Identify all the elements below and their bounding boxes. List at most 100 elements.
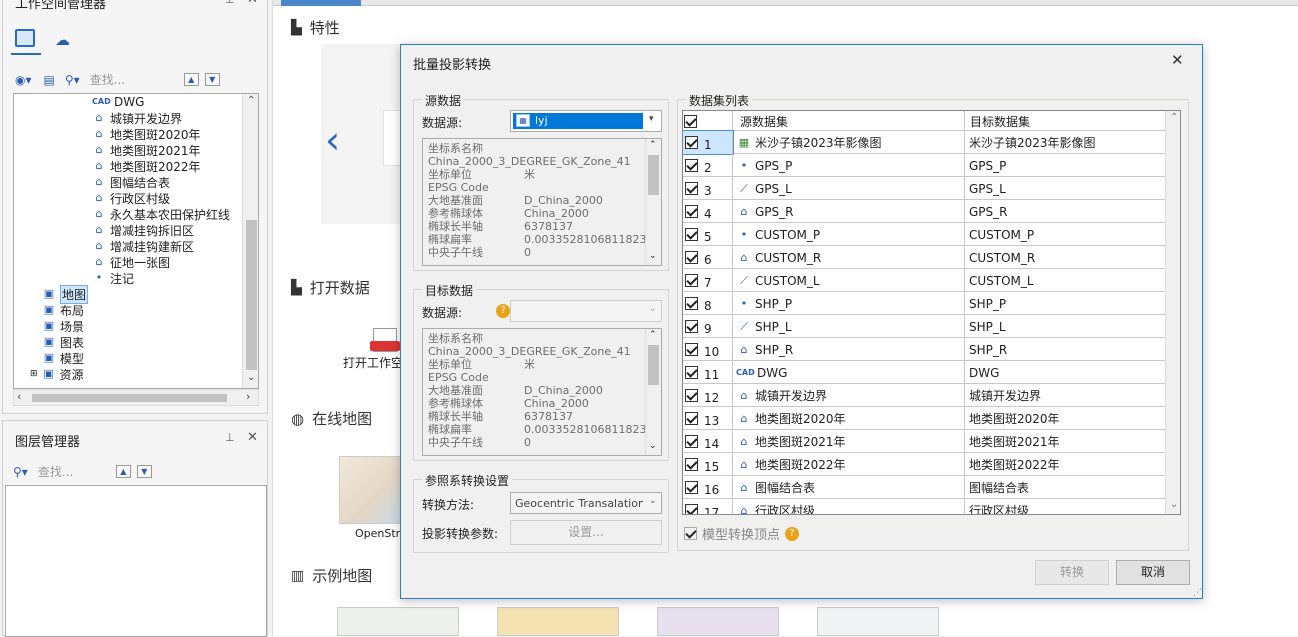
source-dataset-cell[interactable]: ▦ 米沙子镇2023年影像图: [733, 131, 965, 154]
scroll-right-icon[interactable]: ›: [246, 390, 250, 403]
help-icon[interactable]: ?: [785, 526, 800, 541]
hscroll-thumb[interactable]: [32, 394, 227, 402]
row-checkbox[interactable]: [685, 182, 698, 195]
target-dataset-cell[interactable]: DWG: [965, 361, 1165, 384]
search-icon[interactable]: ⚲▾: [13, 465, 28, 479]
tree-item[interactable]: CAD DWG: [92, 94, 144, 110]
source-dataset-cell[interactable]: • CUSTOM_P: [733, 223, 965, 246]
resize-grip-icon[interactable]: ⋰: [1193, 588, 1202, 598]
tree-item[interactable]: ⌂ 图幅结合表: [92, 174, 171, 190]
source-dataset-cell[interactable]: ⟋ SHP_L: [733, 315, 965, 338]
row-checkbox[interactable]: [685, 274, 698, 287]
sample-map-thumb-3[interactable]: [657, 607, 779, 636]
tree-item[interactable]: ⌂ 行政区村级: [92, 190, 171, 206]
target-datasource-select[interactable]: ⌄: [510, 300, 662, 322]
sample-map-thumb-4[interactable]: [817, 607, 939, 636]
row-select-cell[interactable]: 6: [683, 246, 733, 269]
help-icon[interactable]: ?: [496, 304, 510, 318]
target-dataset-cell[interactable]: GPS_R: [965, 200, 1165, 223]
openstreetmap-thumbnail[interactable]: [339, 456, 403, 524]
tree-node-4[interactable]: ▣ 图表: [42, 334, 84, 350]
scroll-up-icon[interactable]: ⌃: [1170, 112, 1178, 123]
row-checkbox[interactable]: [685, 159, 698, 172]
open-workspace-label[interactable]: 打开工作空: [343, 354, 403, 371]
row-select-cell[interactable]: 2: [683, 154, 733, 177]
row-checkbox[interactable]: [685, 297, 698, 310]
row-select-cell[interactable]: 7: [683, 269, 733, 292]
open-file-icon[interactable]: ▤: [44, 73, 55, 87]
source-dataset-cell[interactable]: ⌂ 图幅结合表: [733, 476, 965, 499]
dataset-row[interactable]: 7 ⟋ CUSTOM_L CUSTOM_L: [683, 269, 1165, 292]
target-dataset-cell[interactable]: GPS_L: [965, 177, 1165, 200]
tree-node-1[interactable]: ▣ 地图: [42, 284, 89, 304]
scrollbar-thumb[interactable]: [648, 345, 659, 385]
dataset-row[interactable]: 6 ⌂ CUSTOM_R CUSTOM_R: [683, 246, 1165, 269]
target-dataset-cell[interactable]: CUSTOM_L: [965, 269, 1165, 292]
sample-map-thumb-1[interactable]: [337, 607, 459, 636]
row-checkbox[interactable]: [685, 343, 698, 356]
row-checkbox[interactable]: [685, 320, 698, 333]
sample-map-thumb-2[interactable]: [497, 607, 619, 636]
scroll-up-icon[interactable]: ⌃: [247, 95, 255, 106]
chevron-down-icon[interactable]: ⌄: [649, 304, 657, 314]
source-dataset-cell[interactable]: ⌂ CUSTOM_R: [733, 246, 965, 269]
row-checkbox[interactable]: [685, 435, 698, 448]
source-dataset-cell[interactable]: ⟋ CUSTOM_L: [733, 269, 965, 292]
chevron-down-icon[interactable]: ⌄: [649, 496, 657, 506]
search-up-button[interactable]: ▲: [183, 73, 199, 86]
select-all-checkbox[interactable]: [684, 114, 697, 128]
layer-search-input[interactable]: 查找...: [38, 463, 112, 480]
dataset-row[interactable]: 14 ⌂ 地类图斑2021年 地类图斑2021年: [683, 430, 1165, 453]
row-checkbox[interactable]: [685, 251, 698, 264]
dataset-row[interactable]: 15 ⌂ 地类图斑2022年 地类图斑2022年: [683, 453, 1165, 476]
target-dataset-cell[interactable]: 地类图斑2021年: [965, 430, 1165, 453]
source-dataset-header[interactable]: 源数据集: [733, 111, 965, 131]
target-dataset-cell[interactable]: 行政区村级: [965, 499, 1165, 514]
target-dataset-cell[interactable]: SHP_P: [965, 292, 1165, 315]
target-dataset-cell[interactable]: 米沙子镇2023年影像图: [965, 131, 1165, 154]
row-select-cell[interactable]: 14: [683, 430, 733, 453]
active-tab[interactable]: [281, 0, 361, 6]
row-select-cell[interactable]: 8: [683, 292, 733, 315]
row-checkbox[interactable]: [685, 504, 698, 514]
tree-item[interactable]: ⌂ 城镇开发边界: [92, 110, 183, 126]
row-checkbox[interactable]: [685, 389, 698, 402]
carousel-prev-icon[interactable]: ‹: [325, 118, 340, 162]
tree-scrollbar[interactable]: ⌃ ⌄: [242, 94, 258, 388]
target-dataset-cell[interactable]: SHP_R: [965, 338, 1165, 361]
model-vertex-checkbox[interactable]: [684, 527, 697, 540]
tree-item[interactable]: • 注记: [92, 270, 134, 286]
close-icon[interactable]: ✕: [247, 0, 258, 7]
dataset-row[interactable]: 10 ⌂ SHP_R SHP_R: [683, 338, 1165, 361]
target-info-scrollbar[interactable]: ⌃ ⌄: [645, 329, 661, 455]
row-select-cell[interactable]: 3: [683, 177, 733, 200]
tree-node-2[interactable]: ▣ 布局: [42, 302, 84, 318]
source-dataset-cell[interactable]: ⌂ 地类图斑2022年: [733, 453, 965, 476]
tree-item[interactable]: ⌂ 地类图斑2021年: [92, 142, 201, 158]
dataset-row[interactable]: 3 ⟋ GPS_L GPS_L: [683, 177, 1165, 200]
source-dataset-cell[interactable]: CAD DWG: [733, 361, 965, 384]
row-checkbox[interactable]: [685, 205, 698, 218]
row-select-cell[interactable]: 15: [683, 453, 733, 476]
row-checkbox[interactable]: [685, 412, 698, 425]
scrollbar-thumb[interactable]: [648, 155, 659, 195]
model-vertex-option[interactable]: 模型转换顶点 ?: [682, 524, 800, 543]
tree-item[interactable]: ⌂ 地类图斑2022年: [92, 158, 201, 174]
tree-item[interactable]: ⌂ 增减挂钩拆旧区: [92, 222, 195, 238]
dataset-row[interactable]: 11 CAD DWG DWG: [683, 361, 1165, 384]
target-dataset-cell[interactable]: SHP_L: [965, 315, 1165, 338]
scroll-up-icon[interactable]: ⌃: [649, 140, 657, 150]
row-select-cell[interactable]: 1: [683, 130, 734, 155]
row-select-cell[interactable]: 17: [683, 499, 733, 514]
dialog-close-icon[interactable]: ✕: [1171, 51, 1184, 69]
tree-hscrollbar[interactable]: ‹ ›: [13, 389, 259, 406]
dataset-row[interactable]: 5 • CUSTOM_P CUSTOM_P: [683, 223, 1165, 246]
dataset-row[interactable]: 13 ⌂ 地类图斑2020年 地类图斑2020年: [683, 407, 1165, 430]
tree-item[interactable]: ⌂ 增减挂钩建新区: [92, 238, 195, 254]
dataset-row[interactable]: 4 ⌂ GPS_R GPS_R: [683, 200, 1165, 223]
target-dataset-cell[interactable]: CUSTOM_P: [965, 223, 1165, 246]
scroll-down-icon[interactable]: ⌄: [649, 441, 657, 451]
row-checkbox[interactable]: [685, 136, 698, 149]
tree-item[interactable]: ⌂ 征地一张图: [92, 254, 171, 270]
row-checkbox[interactable]: [685, 481, 698, 494]
